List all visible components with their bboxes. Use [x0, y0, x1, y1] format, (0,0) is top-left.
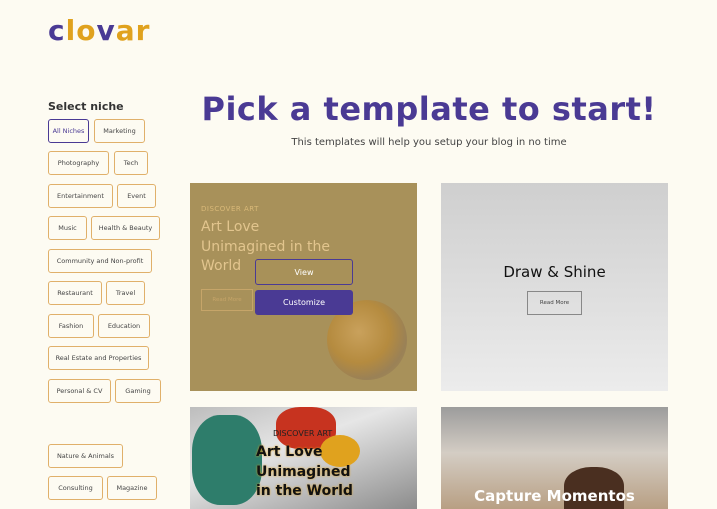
niche-chip-consulting[interactable]: Consulting — [48, 476, 103, 500]
niche-chip-all[interactable]: All Niches — [48, 119, 89, 143]
niche-chip-marketing[interactable]: Marketing — [94, 119, 145, 143]
niche-chip-entertainment[interactable]: Entertainment — [48, 184, 113, 208]
view-button[interactable]: View — [255, 259, 353, 285]
template-card-art-photo[interactable]: DISCOVER ART Art Love Unimagined in the … — [190, 407, 417, 509]
niche-chip-real-estate[interactable]: Real Estate and Properties — [48, 346, 149, 370]
card-title: Capture Momentos — [474, 487, 635, 505]
card-title: Art Love Unimagined in the World — [256, 444, 353, 499]
logo-part: ar — [115, 14, 151, 47]
card-kicker: DISCOVER ART — [273, 429, 333, 438]
read-more-button[interactable]: Read More — [201, 289, 253, 311]
template-card-art[interactable]: DISCOVER ART Art Love Unimagined in the … — [190, 183, 417, 391]
customize-button[interactable]: Customize — [255, 290, 353, 315]
niche-chip-event[interactable]: Event — [117, 184, 156, 208]
niche-chip-fashion[interactable]: Fashion — [48, 314, 94, 338]
page-subtitle: This templates will help you setup your … — [291, 137, 567, 148]
card-title: Draw & Shine — [503, 263, 606, 281]
card-kicker: DISCOVER ART — [201, 205, 259, 213]
logo-part: c — [48, 14, 66, 47]
niche-chip-education[interactable]: Education — [98, 314, 150, 338]
niche-chip-restaurant[interactable]: Restaurant — [48, 281, 102, 305]
niche-chip-health-beauty[interactable]: Health & Beauty — [91, 216, 160, 240]
niche-chip-personal-cv[interactable]: Personal & CV — [48, 379, 111, 403]
niche-chip-music[interactable]: Music — [48, 216, 87, 240]
photo-shape — [192, 415, 262, 505]
read-more-button[interactable]: Read More — [527, 291, 582, 315]
niche-chip-nature-animals[interactable]: Nature & Animals — [48, 444, 123, 468]
page-title: Pick a template to start! — [201, 90, 657, 128]
template-card-draw-shine[interactable]: Draw & Shine Read More — [441, 183, 668, 391]
niche-chip-magazine[interactable]: Magazine — [107, 476, 157, 500]
niche-chip-travel[interactable]: Travel — [106, 281, 145, 305]
niche-chip-gaming[interactable]: Gaming — [115, 379, 161, 403]
logo-part: lo — [65, 14, 97, 47]
select-niche-heading: Select niche — [48, 100, 124, 113]
niche-chip-community[interactable]: Community and Non-profit — [48, 249, 152, 273]
niche-chip-photography[interactable]: Photography — [48, 151, 109, 175]
template-card-capture-momentos[interactable]: Capture Momentos — [441, 407, 668, 509]
clovar-logo[interactable]: c lo v ar — [48, 14, 150, 47]
logo-part: v — [96, 14, 116, 47]
niche-chip-tech[interactable]: Tech — [114, 151, 148, 175]
